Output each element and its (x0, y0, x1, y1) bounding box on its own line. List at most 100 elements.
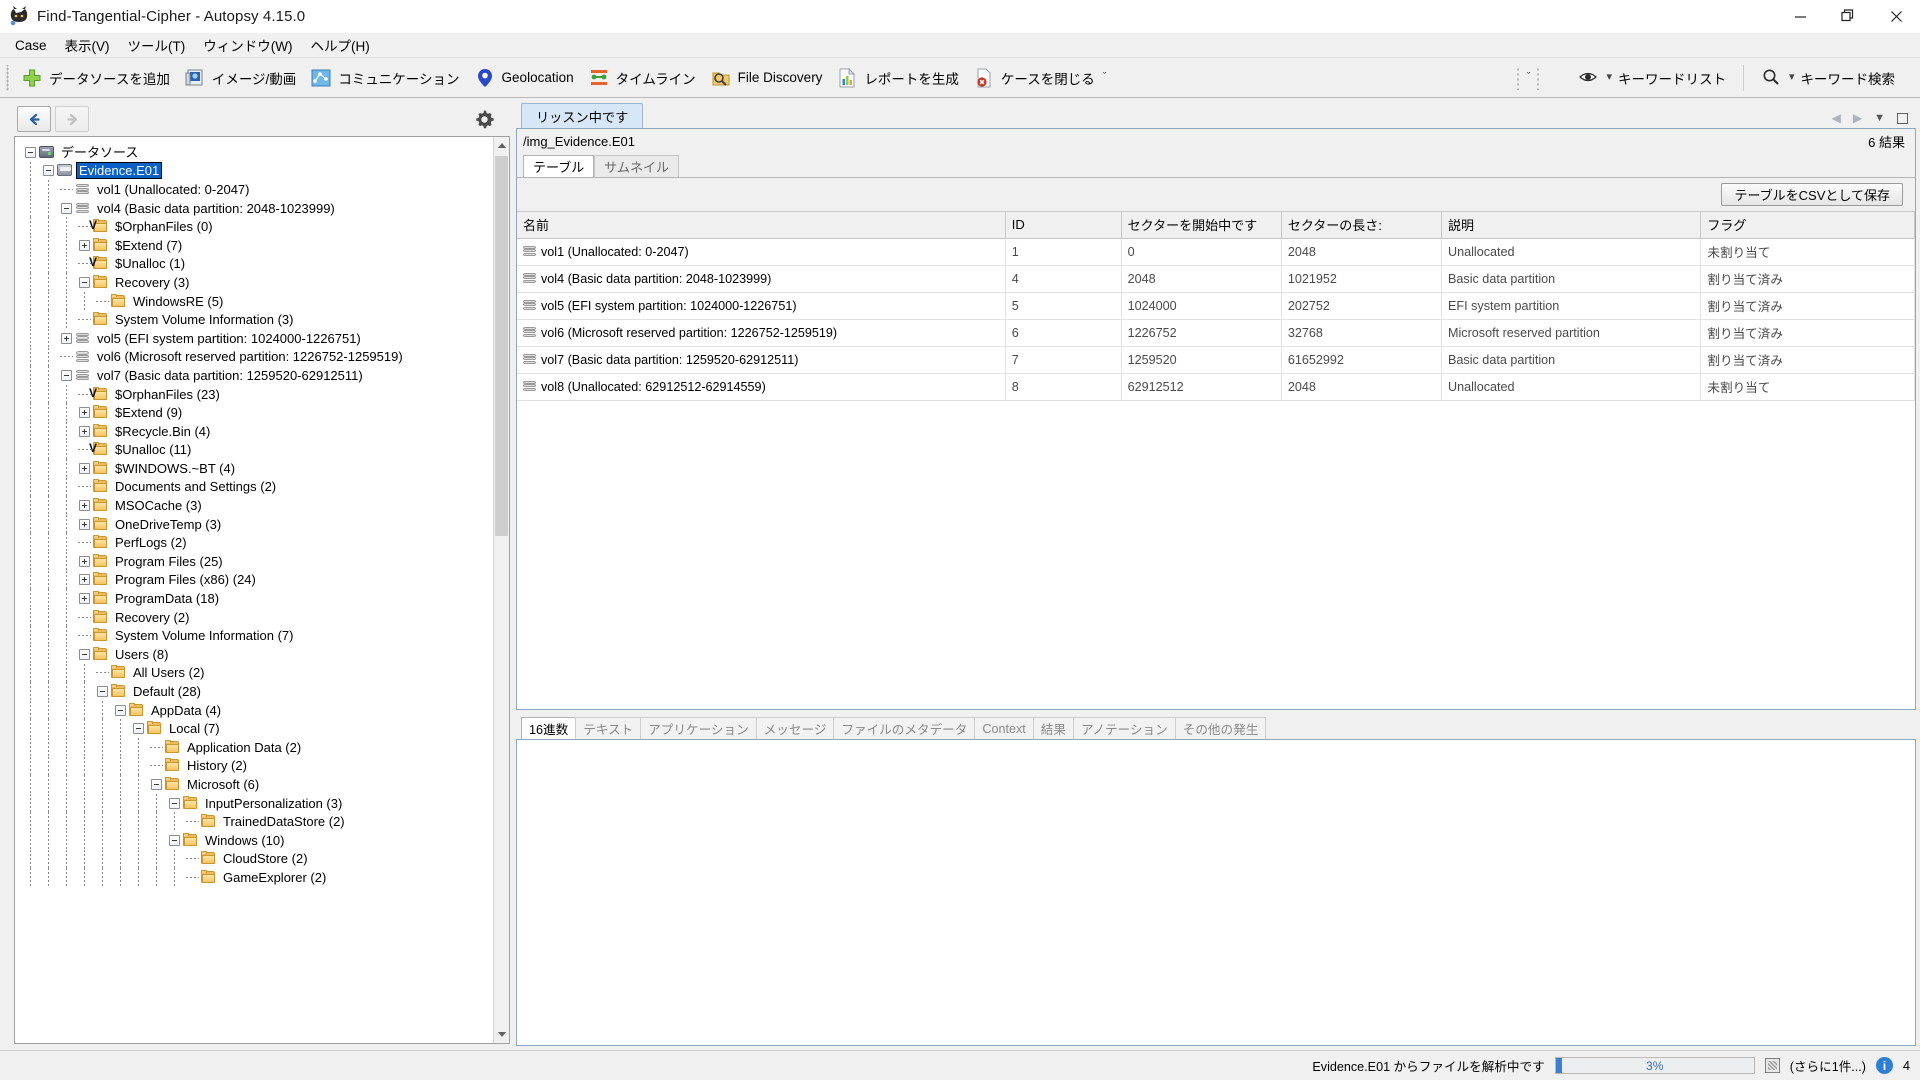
table-header-row[interactable]: 名前 ID セクターを開始中です セクターの長さ: 説明 フラグ (517, 212, 1915, 239)
scrollbar-thumb[interactable] (495, 156, 508, 536)
table-row[interactable]: vol8 (Unallocated: 62912512-62914559) 8 62… (517, 373, 1915, 401)
results-table[interactable]: 名前 ID セクターを開始中です セクターの長さ: 説明 フラグ vol1 (Unallo… (517, 212, 1915, 401)
tree-node[interactable]: InputPersonalization (3) (15, 793, 493, 813)
keyword-list-button[interactable]: ▾ キーワードリスト (1571, 62, 1733, 94)
tab-thumbnail[interactable]: サムネイル (594, 155, 679, 177)
tree-expand-icon[interactable] (77, 405, 92, 420)
notification-badge[interactable]: i (1875, 1057, 1893, 1074)
tree-node[interactable]: Microsoft (6) (15, 775, 493, 794)
column-header[interactable]: 説明 (1441, 212, 1702, 239)
viewer-tab[interactable]: Context (974, 717, 1034, 739)
communications-button[interactable]: コミュニケーション (303, 62, 466, 94)
table-row[interactable]: vol4 (Basic data partition: 2048-1023999… (517, 265, 1915, 293)
keyword-search-chevron-icon[interactable]: ▾ (1789, 72, 1795, 83)
timeline-button[interactable]: タイムライン (581, 62, 703, 94)
table-row[interactable]: vol5 (EFI system partition: 1024000-1226… (517, 292, 1915, 320)
viewer-tab[interactable]: メッセージ (755, 717, 835, 739)
tree-collapse-icon[interactable] (77, 647, 92, 662)
keyword-list-chevron-icon[interactable]: ▾ (1606, 72, 1612, 83)
tree-node[interactable]: ProgramData (18) (15, 589, 493, 608)
tree-node[interactable]: CloudStore (2) (15, 849, 493, 869)
tree-collapse-icon[interactable] (59, 201, 74, 216)
tree-node[interactable]: WindowsRE (5) (15, 291, 493, 311)
menu-view[interactable]: 表示(V) (56, 32, 119, 58)
tree-expand-icon[interactable] (77, 572, 92, 587)
table-row[interactable]: vol6 (Microsoft reserved partition: 1226… (517, 319, 1915, 347)
tree-collapse-icon[interactable] (113, 703, 128, 718)
panel-next-icon[interactable]: ▶ (1853, 111, 1862, 125)
add-data-source-button[interactable]: データソースを追加 (14, 62, 177, 94)
tree-node[interactable]: vol6 (Microsoft reserved partition: 1226… (15, 347, 493, 367)
table-row[interactable]: vol1 (Unallocated: 0-2047) 1 0 2048 Unalloca… (517, 238, 1915, 266)
tree-node[interactable]: PerfLogs (2) (15, 533, 493, 553)
tree-node[interactable]: Documents and Settings (2) (15, 477, 493, 497)
tree-node[interactable]: vol1 (Unallocated: 0-2047) (15, 180, 493, 199)
tree-node[interactable]: vol5 (EFI system partition: 1024000-1226… (15, 328, 493, 348)
tree-node[interactable]: Program Files (25) (15, 552, 493, 571)
tree-node[interactable]: Evidence.E01 (15, 161, 493, 181)
tree-expand-icon[interactable] (77, 591, 92, 606)
tree-node[interactable]: Users (8) (15, 645, 493, 664)
status-task-icon[interactable] (1764, 1058, 1780, 1073)
gear-icon[interactable] (472, 107, 496, 131)
scroll-down-arrow-icon[interactable] (494, 1026, 509, 1043)
tree-node[interactable]: V $OrphanFiles (23) (15, 384, 493, 404)
geolocation-button[interactable]: Geolocation (467, 62, 581, 94)
viewer-tab[interactable]: その他の発生 (1174, 717, 1267, 739)
data-source-tree[interactable]: データソース Evidence.E01 vol1 (Unallocated: 0-2… (15, 137, 493, 1043)
tree-expand-icon[interactable] (77, 554, 92, 569)
tree-node[interactable]: Local (7) (15, 719, 493, 738)
menu-window[interactable]: ウィンドウ(W) (194, 32, 301, 58)
keyword-search-button[interactable]: ▾ キーワード検索 (1754, 62, 1902, 94)
tree-node[interactable]: $Extend (7) (15, 235, 493, 255)
viewer-tab[interactable]: アノテーション (1072, 717, 1176, 739)
tree-collapse-icon[interactable] (23, 145, 38, 160)
scroll-up-arrow-icon[interactable] (494, 137, 509, 154)
tree-node[interactable]: Default (28) (15, 682, 493, 701)
tree-expand-icon[interactable] (77, 461, 92, 476)
close-button[interactable] (1872, 0, 1920, 33)
column-header[interactable]: セクターを開始中です (1121, 212, 1282, 239)
tree-expand-icon[interactable] (77, 238, 92, 253)
tree-collapse-icon[interactable] (59, 368, 74, 383)
column-header[interactable]: フラグ (1700, 212, 1915, 239)
tree-collapse-icon[interactable] (41, 163, 56, 178)
tree-node[interactable]: V $Unalloc (1) (15, 254, 493, 274)
tree-expand-icon[interactable] (59, 331, 74, 346)
status-more-label[interactable]: (さらに1件...) (1790, 1056, 1866, 1075)
tree-node[interactable]: V $OrphanFiles (0) (15, 217, 493, 236)
images-videos-button[interactable]: イメージ/動画 (177, 62, 303, 94)
tree-node[interactable]: OneDriveTemp (3) (15, 514, 493, 534)
generate-report-button[interactable]: レポートを生成 (829, 62, 966, 94)
tree-node[interactable]: Recovery (2) (15, 607, 493, 627)
minimize-button[interactable] (1776, 0, 1824, 33)
tree-node[interactable]: System Volume Information (7) (15, 626, 493, 646)
tree-node[interactable]: $WINDOWS.~BT (4) (15, 459, 493, 478)
panel-prev-icon[interactable]: ◀ (1832, 111, 1841, 125)
tree-node[interactable]: TrainedDataStore (2) (15, 812, 493, 831)
viewer-tab[interactable]: テキスト (575, 717, 642, 739)
file-discovery-button[interactable]: File Discovery (703, 62, 830, 94)
column-header[interactable]: セクターの長さ: (1281, 212, 1443, 239)
tree-back-button[interactable] (17, 106, 51, 132)
panel-dropdown-icon[interactable]: ▼ (1874, 112, 1885, 124)
tree-node[interactable]: Windows (10) (15, 830, 493, 850)
panel-maximize-icon[interactable] (1897, 112, 1908, 124)
tree-collapse-icon[interactable] (77, 275, 92, 290)
tree-node[interactable]: $Recycle.Bin (4) (15, 421, 493, 441)
table-row[interactable]: vol7 (Basic data partition: 1259520-6291… (517, 346, 1915, 374)
tree-collapse-icon[interactable] (149, 777, 164, 792)
column-header[interactable]: 名前 (517, 212, 1006, 239)
tree-node[interactable]: Recovery (3) (15, 273, 493, 292)
tree-node[interactable]: AppData (4) (15, 700, 493, 720)
tree-scrollbar[interactable] (493, 137, 509, 1043)
viewer-tab[interactable]: アプリケーション (640, 717, 757, 739)
tree-expand-icon[interactable] (77, 424, 92, 439)
tree-collapse-icon[interactable] (95, 684, 110, 699)
menu-help[interactable]: ヘルプ(H) (302, 32, 379, 58)
tree-expand-icon[interactable] (77, 498, 92, 513)
tree-node[interactable]: vol4 (Basic data partition: 2048-1023999… (15, 198, 493, 218)
viewer-tab[interactable]: ファイルのメタデータ (833, 717, 976, 739)
tree-collapse-icon[interactable] (131, 721, 146, 736)
close-case-chevron-icon[interactable]: ˇ (1103, 72, 1107, 83)
